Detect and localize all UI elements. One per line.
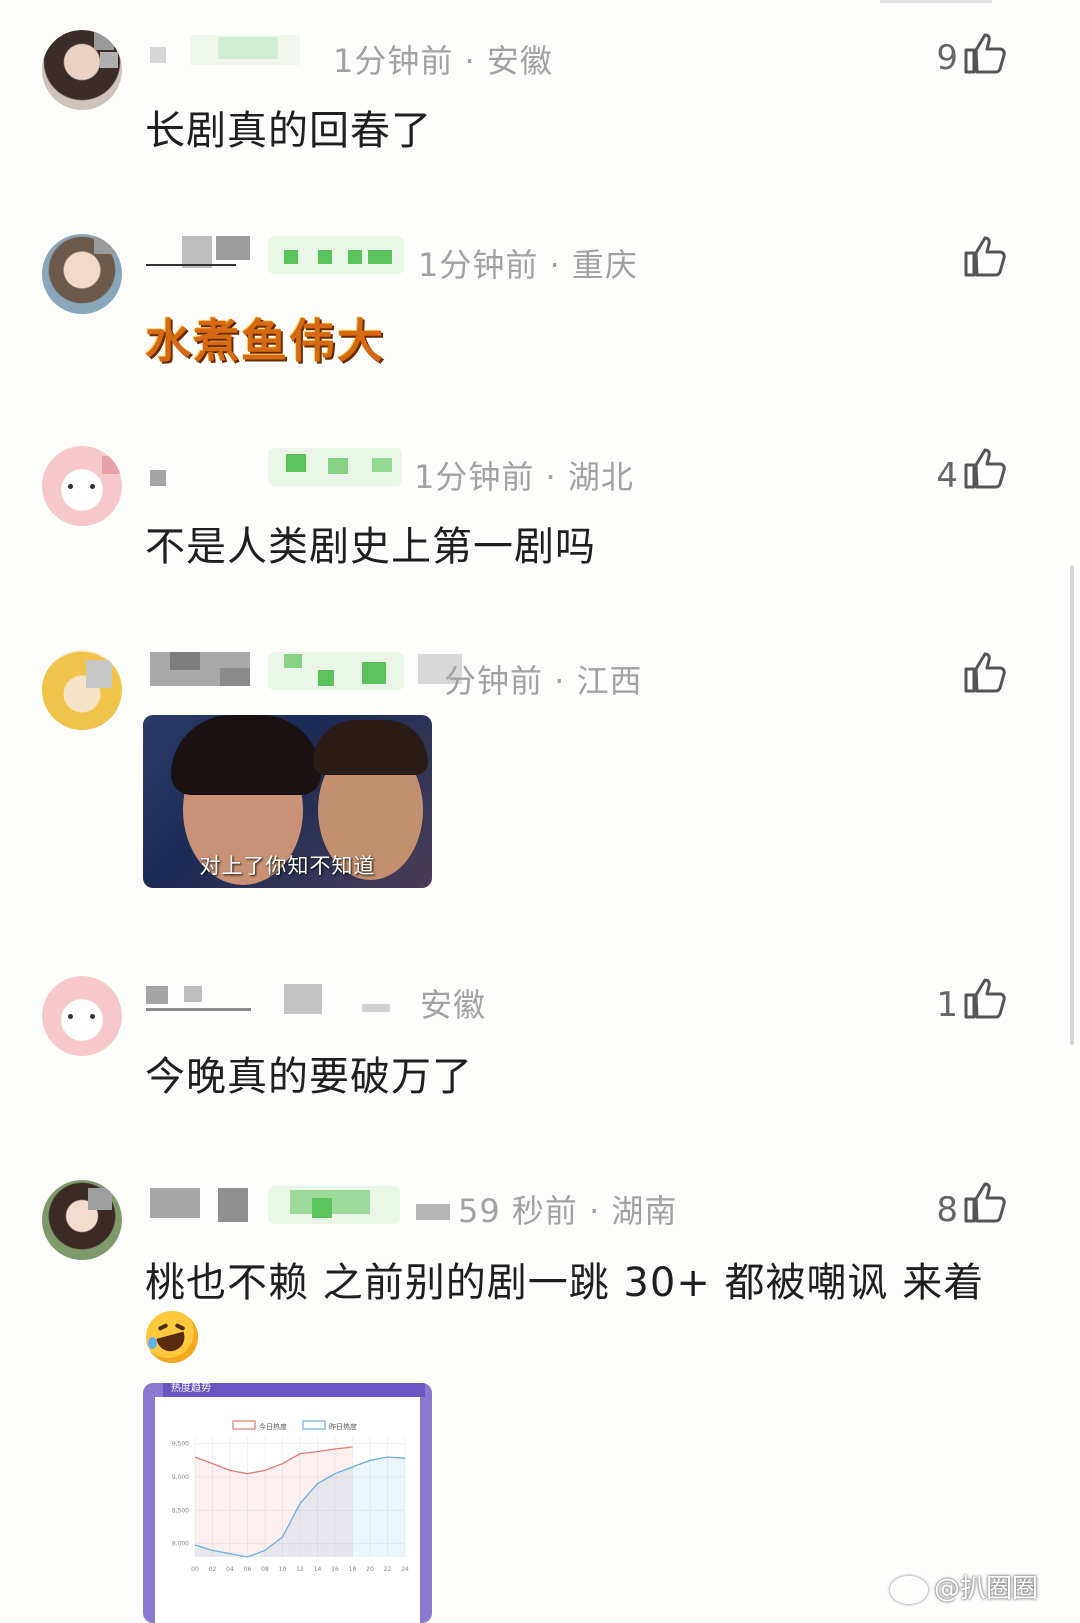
x-tick-label: 02: [209, 1566, 217, 1573]
comment-text: 今晚真的要破万了: [145, 1054, 473, 1100]
y-tick-label: 8,500: [172, 1507, 189, 1514]
thumbs-up-icon[interactable]: [963, 650, 1007, 694]
username-redacted: [150, 35, 315, 65]
avatar[interactable]: [42, 446, 122, 526]
avatar[interactable]: [42, 234, 122, 314]
x-tick-label: 12: [296, 1566, 304, 1573]
rofl-emoji-icon: [146, 1311, 198, 1363]
comment-meta: 1分钟前 · 湖北: [414, 458, 634, 496]
avatar[interactable]: [42, 30, 122, 110]
chart-image[interactable]: 热度趋势 今日热度 昨日热度 8,000 8,500 9,000 9,500 00 02 04 0…: [143, 1383, 432, 1623]
legend-label: 今日热度: [259, 1422, 287, 1431]
legend-swatch: [302, 1420, 326, 1430]
x-tick-label: 16: [331, 1566, 339, 1573]
comment-text: 长剧真的回春了: [145, 108, 432, 154]
like-count: 8: [936, 1190, 958, 1230]
thumbs-up-icon[interactable]: [963, 1180, 1007, 1224]
avatar[interactable]: [42, 650, 122, 730]
chart-title: 热度趋势: [163, 1383, 425, 1397]
top-divider: [880, 0, 992, 3]
y-tick-label: 8,000: [172, 1541, 189, 1548]
thumbs-up-icon[interactable]: [963, 234, 1007, 278]
trend-chart: 今日热度 昨日热度 8,000 8,500 9,000 9,500 00 02 04 06 08 10…: [172, 1420, 409, 1573]
meme-image[interactable]: 对上了你知不知道: [143, 715, 432, 888]
legend-swatch: [232, 1420, 256, 1430]
comment-meta: 59 秒前 · 湖南: [458, 1192, 678, 1230]
username-redacted: [146, 236, 404, 274]
x-tick-label: 10: [279, 1566, 287, 1573]
x-tick-label: 20: [366, 1566, 374, 1573]
x-tick-label: 04: [226, 1566, 234, 1573]
thumbs-up-icon[interactable]: [963, 976, 1007, 1020]
avatar[interactable]: [42, 1180, 122, 1260]
x-tick-label: 24: [401, 1566, 409, 1573]
username-redacted: [150, 652, 470, 690]
x-tick-label: 08: [261, 1566, 269, 1573]
legend-label: 昨日热度: [329, 1422, 357, 1431]
avatar[interactable]: [42, 976, 122, 1056]
x-tick-label: 14: [314, 1566, 322, 1573]
meme-caption: 对上了你知不知道: [199, 854, 376, 878]
watermark: @扒圈圈: [889, 1568, 1038, 1605]
y-tick-label: 9,000: [172, 1474, 189, 1481]
scrollbar[interactable]: [1070, 565, 1074, 1045]
x-tick-label: 00: [191, 1566, 199, 1573]
comment-text: 桃也不赖 之前别的剧一跳 30+ 都被嘲讽 来着: [145, 1260, 985, 1306]
x-tick-label: 18: [349, 1566, 357, 1573]
comment-meta: 1分钟前 · 重庆: [418, 246, 638, 284]
weibo-logo-icon: [889, 1575, 928, 1604]
comment-meta: 分钟前 · 江西: [444, 662, 643, 700]
watermark-text: @扒圈圈: [933, 1574, 1038, 1604]
chart-panel: 今日热度 昨日热度 8,000 8,500 9,000 9,500 00 02 04 06 08 10…: [155, 1397, 420, 1623]
thumbs-up-icon[interactable]: [963, 31, 1007, 75]
like-count: 9: [936, 38, 958, 78]
like-count: 1: [936, 985, 958, 1025]
username-redacted: [150, 448, 402, 486]
x-tick-label: 22: [384, 1566, 392, 1573]
username-redacted: [146, 984, 396, 1014]
comment-meta: 安徽: [420, 986, 487, 1024]
x-tick-label: 06: [244, 1566, 252, 1573]
thumbs-up-icon[interactable]: [963, 446, 1007, 490]
username-redacted: [150, 1186, 452, 1224]
comment-text: 不是人类剧史上第一剧吗: [145, 524, 596, 570]
y-tick-label: 9,500: [172, 1441, 189, 1448]
like-count: 4: [936, 456, 958, 496]
comment-meta: 1分钟前 · 安徽: [333, 42, 553, 80]
sticker-image[interactable]: 水煮鱼伟大: [145, 305, 430, 368]
